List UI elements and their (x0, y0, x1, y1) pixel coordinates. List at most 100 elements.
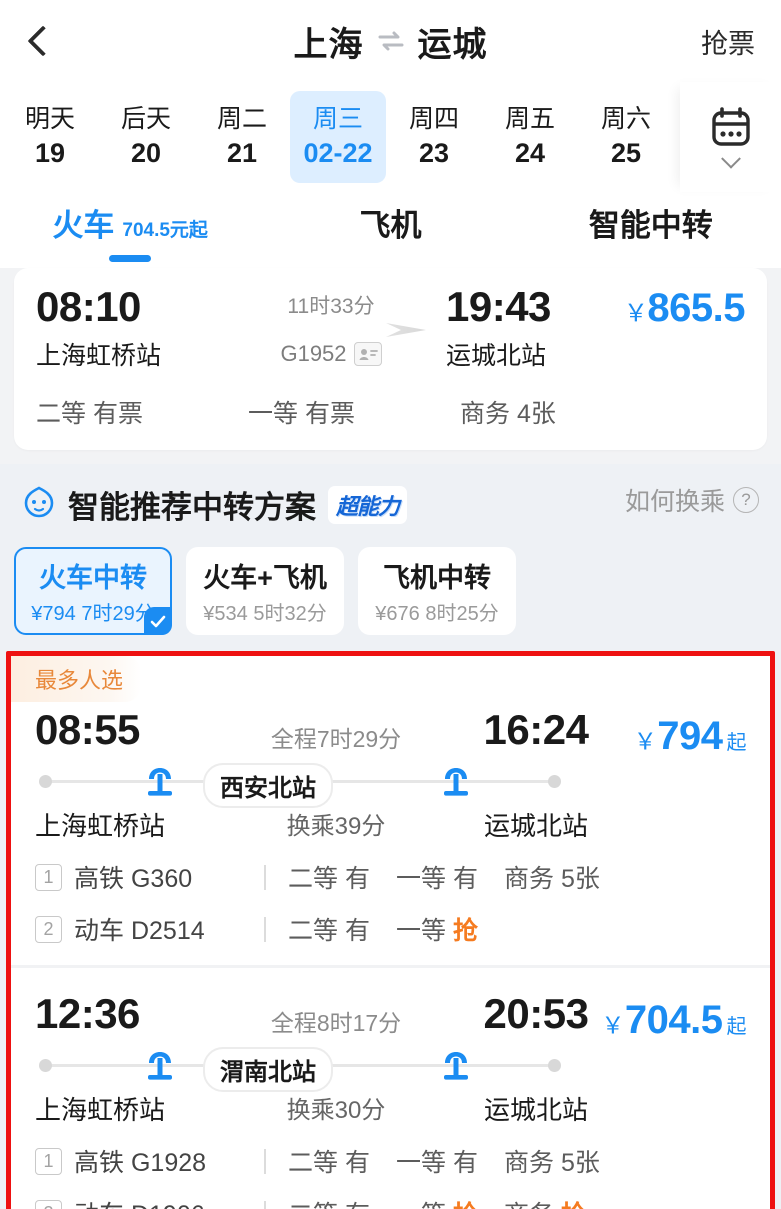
chip-title: 火车中转 (39, 563, 147, 594)
chip-flight-transfer[interactable]: 飞机中转 ¥676 8时25分 (358, 547, 516, 636)
result1-arrive-station: 运城北站 (483, 811, 588, 842)
date-item-5[interactable]: 周五 24 (482, 91, 578, 183)
chip-sub: ¥794 7时29分 (31, 603, 155, 626)
page-header: 上海 运城 抢票 (0, 0, 781, 82)
date-dow: 周六 (600, 104, 651, 133)
direction-arrow-icon (226, 323, 436, 337)
leg-seat-0: 二等 有 (288, 1149, 370, 1178)
direct-train-number: G1952 (280, 341, 347, 366)
china-railway-icon (143, 1050, 177, 1087)
direct-arrive-station: 运城北站 (446, 342, 547, 371)
result1-arrive-time: 16:24 (483, 706, 589, 754)
result1-route-line: 西安北站 (35, 758, 565, 809)
leg-divider (264, 916, 266, 942)
result1-depart-time: 08:55 (35, 706, 140, 754)
date-scroller[interactable]: 明天 19 后天 20 周二 21 周三 02-22 周四 23 周五 24 周… (0, 82, 680, 192)
date-item-6[interactable]: 周六 25 (578, 91, 674, 183)
result2-transfer-station: 渭南北站 (203, 1047, 333, 1093)
destination-city: 运城 (417, 25, 488, 64)
leg-type: 高铁 (74, 865, 125, 894)
chip-train-transfer[interactable]: 火车中转 ¥794 7时29分 (14, 547, 172, 636)
result1-station-row: 上海虹桥站 换乘39分 运城北站 (35, 806, 746, 843)
direct-seat-2: 商务 4张 (460, 400, 556, 429)
date-num: 02-22 (303, 137, 373, 168)
route-start-dot (39, 775, 52, 789)
result2-arrive-station: 运城北站 (483, 1095, 588, 1126)
origin-city: 上海 (293, 25, 364, 64)
direct-duration: 11时33分 (287, 295, 375, 318)
chevron-left-icon (27, 25, 59, 57)
how-to-transfer-link[interactable]: 如何换乘 ? (625, 482, 759, 518)
route-start-dot (39, 1059, 52, 1073)
date-item-2[interactable]: 周二 21 (194, 91, 290, 183)
leg-type: 动车 (74, 917, 125, 946)
direct-price-value: 865.5 (647, 286, 745, 330)
transfer-result-card-2[interactable]: 12:36 全程8时17分 20:53 ￥ 704.5 起 渭南北站 上海虹桥站… (11, 965, 770, 1209)
result1-arrive-block: 16:24 (441, 706, 631, 753)
tab-train[interactable]: 火车 704.5元起 (0, 192, 260, 262)
swap-horizontal-icon (378, 31, 404, 51)
chip-title: 火车+飞机 (203, 563, 327, 594)
leg-divider (264, 1148, 266, 1174)
date-item-1[interactable]: 后天 20 (98, 91, 194, 183)
leg-seat-0: 二等 有 (288, 865, 370, 894)
calendar-picker-button[interactable] (680, 82, 781, 192)
result1-transfer-wait: 换乘39分 (286, 813, 386, 841)
date-item-selected[interactable]: 周三 02-22 (290, 91, 386, 183)
tab-train-price: 704.5元起 (122, 220, 208, 241)
app-root: 上海 运城 抢票 明天 19 后天 20 周二 21 周三 02-22 周四 2… (0, 0, 781, 1209)
direct-train-card[interactable]: 08:10 上海虹桥站 11时33分 G1952 19:43 运城北站 ￥865… (14, 268, 767, 451)
date-dow: 明天 (24, 104, 75, 133)
direct-seat-0: 二等 有票 (36, 400, 143, 429)
chip-sub: ¥676 8时25分 (375, 603, 499, 626)
result2-price: ￥ 704.5 起 (601, 998, 746, 1043)
date-num: 21 (226, 137, 258, 168)
leg-number: G360 (130, 865, 193, 894)
result2-price-value: 704.5 (624, 998, 723, 1043)
id-card-icon (353, 342, 382, 366)
leg-divider (264, 864, 266, 890)
leg-seat-0: 二等 有 (288, 917, 370, 946)
result1-leg-1: 1 高铁 G360 二等 有 一等 有 商务 5张 (35, 859, 746, 895)
route-end-dot (548, 1059, 561, 1073)
chip-train-plus-flight[interactable]: 火车+飞机 ¥534 5时32分 (186, 547, 344, 636)
direct-seat-row: 二等 有票 一等 有票 商务 4张 (36, 394, 745, 430)
active-tab-underline (109, 255, 152, 262)
grab-ticket-button[interactable]: 抢票 (701, 0, 755, 82)
date-item-0[interactable]: 明天 19 (2, 91, 98, 183)
direct-price-symbol: ￥ (623, 300, 648, 327)
transfer-result-card-1[interactable]: 最多人选 08:55 全程7时29分 16:24 ￥ 794 起 西安北站 上海… (11, 656, 770, 966)
date-dow: 周二 (216, 104, 267, 133)
back-button[interactable] (0, 0, 80, 82)
transfer-type-chips: 火车中转 ¥794 7时29分 火车+飞机 ¥534 5时32分 飞机中转 ¥6… (0, 531, 781, 651)
leg-type: 动车 (74, 1201, 124, 1209)
result1-depart-station: 上海虹桥站 (35, 811, 166, 842)
result1-price-suffix: 起 (726, 732, 747, 755)
leg-index: 2 (35, 915, 62, 943)
result2-leg-1: 1 高铁 G1928 二等 有 一等 有 商务 5张 (35, 1143, 746, 1179)
result2-duration-block: 全程8时17分 (231, 990, 441, 1038)
date-item-4[interactable]: 周四 23 (386, 91, 482, 183)
leg-index: 2 (35, 1199, 62, 1209)
china-railway-icon (439, 1050, 473, 1087)
leg-index: 1 (35, 1147, 62, 1175)
date-num: 19 (34, 137, 66, 168)
smart-transfer-icon (22, 485, 56, 524)
smart-transfer-section: 智能推荐中转方案 超能力 如何换乘 ? 火车中转 ¥794 7时29分 火车+飞… (0, 464, 781, 1209)
tab-flight[interactable]: 飞机 (260, 192, 520, 245)
chip-sub: ¥534 5时32分 (203, 603, 327, 626)
transport-mode-tabs: 火车 704.5元起 飞机 智能中转 (0, 192, 781, 268)
date-dow: 周三 (312, 104, 363, 133)
result2-depart-block: 12:36 (35, 990, 231, 1037)
tab-train-label: 火车 (52, 208, 115, 243)
tab-smart-transfer[interactable]: 智能中转 (521, 192, 781, 245)
leg-divider (264, 1200, 266, 1209)
china-railway-icon (439, 766, 473, 803)
result2-station-row: 上海虹桥站 换乘30分 运城北站 (35, 1090, 746, 1127)
direct-depart-time: 08:10 (36, 283, 141, 330)
result2-leg-2: 2 动车 D1906 二等 有 一等 抢 商务 抢 (35, 1195, 746, 1209)
date-dow: 后天 (120, 104, 171, 133)
result2-price-symbol: ￥ (601, 1012, 624, 1039)
result1-price-symbol: ￥ (633, 728, 657, 755)
leg-train: 高铁 G1928 (74, 1143, 264, 1179)
